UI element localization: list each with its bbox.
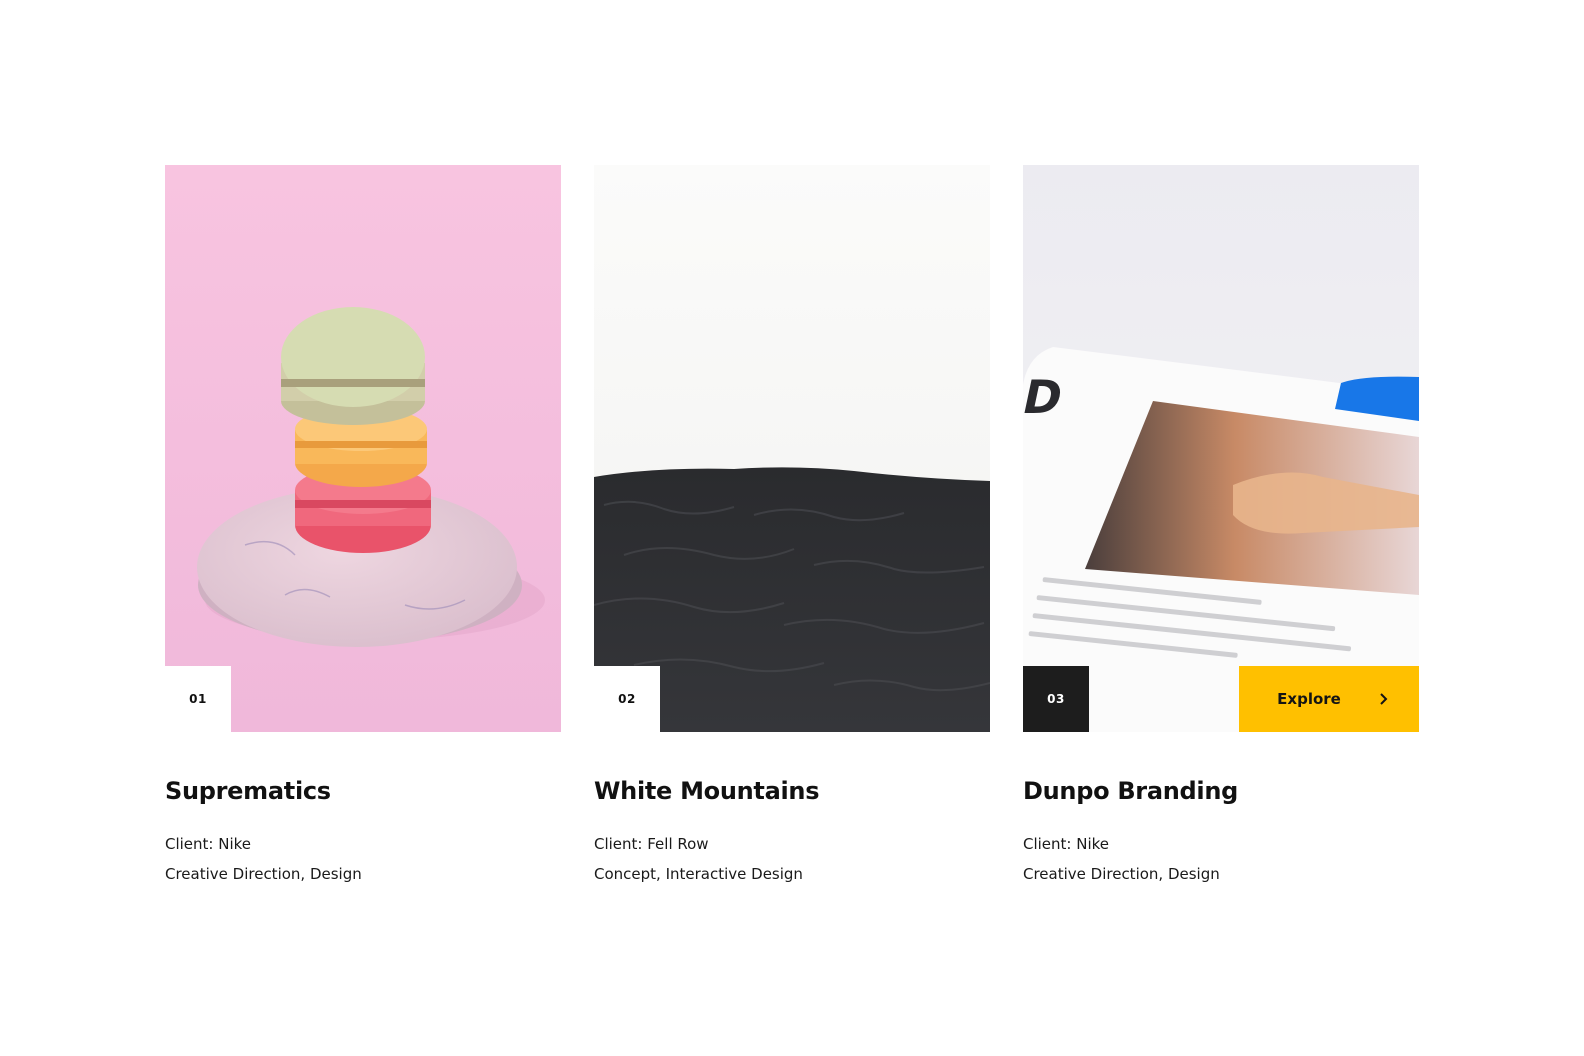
project-title[interactable]: Dunpo Branding [1023,776,1419,806]
project-image[interactable]: 01 [165,165,561,732]
explore-button[interactable]: Explore [1239,666,1419,732]
project-services: Creative Direction, Design [165,865,362,883]
project-number: 03 [1023,666,1089,732]
project-services: Concept, Interactive Design [594,865,803,883]
project-image[interactable]: D 03 Explore [1023,165,1419,732]
project-meta: Client: Fell Row Concept, Interactive De… [594,829,990,889]
project-meta: Client: Nike Creative Direction, Design [1023,829,1419,889]
branding-photo: D [1023,165,1419,732]
project-services: Creative Direction, Design [1023,865,1220,883]
project-card[interactable]: 01 Suprematics Client: Nike Creative Dir… [165,165,561,889]
dunes-photo [594,165,990,732]
portfolio-grid: 01 Suprematics Client: Nike Creative Dir… [165,165,1419,889]
chevron-right-icon [1380,693,1388,705]
project-card[interactable]: 02 White Mountains Client: Fell Row Conc… [594,165,990,889]
project-image[interactable]: 02 [594,165,990,732]
project-title[interactable]: White Mountains [594,776,990,806]
macarons-photo [165,165,561,732]
project-client: Client: Fell Row [594,835,709,853]
project-number: 02 [594,666,660,732]
project-number: 01 [165,666,231,732]
project-meta: Client: Nike Creative Direction, Design [165,829,561,889]
project-client: Client: Nike [165,835,252,853]
project-title[interactable]: Suprematics [165,776,561,806]
project-client: Client: Nike [1023,835,1110,853]
project-card[interactable]: D 03 Explore Dunpo Branding Client: Nike… [1023,165,1419,889]
explore-label: Explore [1277,690,1341,708]
